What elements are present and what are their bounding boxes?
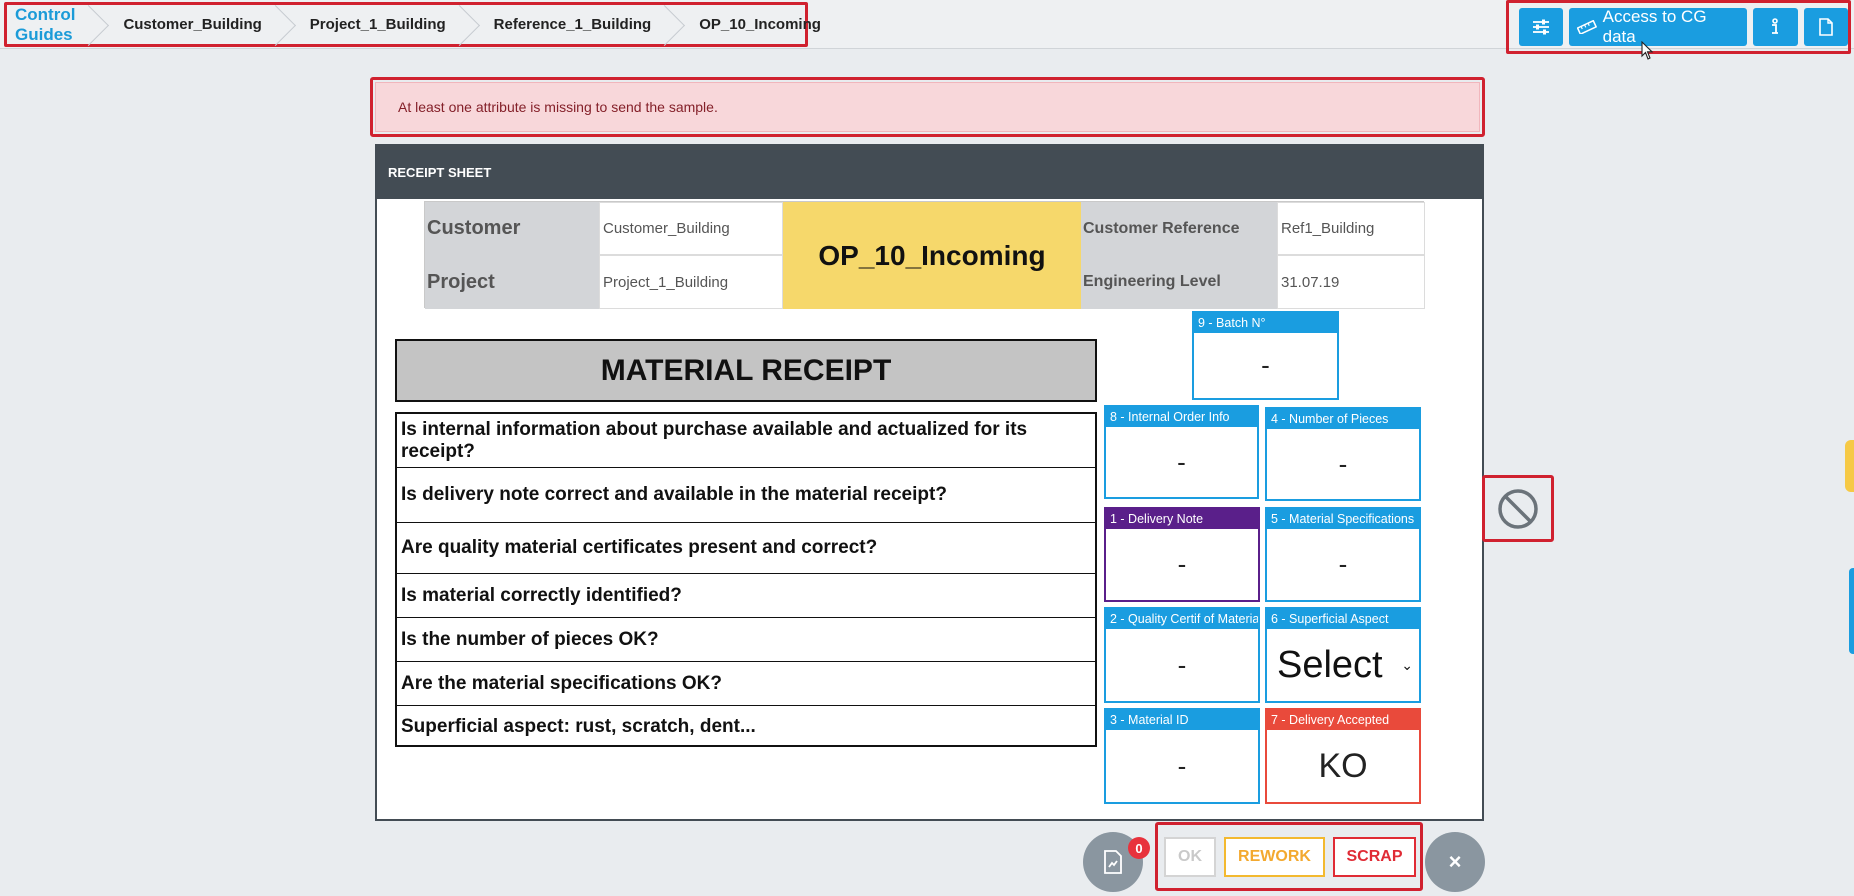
project-label: Project bbox=[425, 255, 599, 309]
sliders-icon bbox=[1533, 19, 1550, 35]
operation-name: OP_10_Incoming bbox=[783, 202, 1081, 309]
superficial-aspect-label: 6 - Superficial Aspect bbox=[1267, 609, 1419, 629]
material-specifications-field[interactable]: 5 - Material Specifications - bbox=[1265, 507, 1421, 602]
question-item: Is internal information about purchase a… bbox=[397, 414, 1095, 468]
number-of-pieces-label: 4 - Number of Pieces bbox=[1267, 409, 1419, 429]
batch-number-value: - bbox=[1261, 350, 1270, 380]
question-item: Are the material specifications OK? bbox=[397, 662, 1095, 706]
engineering-level-label: Engineering Level bbox=[1081, 255, 1277, 309]
material-id-field[interactable]: 3 - Material ID - bbox=[1104, 708, 1260, 804]
scrap-button[interactable]: SCRAP bbox=[1333, 836, 1416, 877]
material-id-label: 3 - Material ID bbox=[1106, 710, 1258, 730]
customer-reference-value: Ref1_Building bbox=[1277, 202, 1425, 255]
number-of-pieces-value: - bbox=[1338, 448, 1348, 479]
mouse-cursor-icon bbox=[1641, 41, 1654, 60]
breadcrumb-project[interactable]: Project_1_Building bbox=[284, 5, 468, 44]
breadcrumb-reference[interactable]: Reference_1_Building bbox=[468, 5, 674, 44]
delivery-accepted-label: 7 - Delivery Accepted bbox=[1267, 710, 1419, 730]
superficial-aspect-field: 6 - Superficial Aspect Select ⌄ bbox=[1265, 607, 1421, 703]
info-table: Customer Customer_Building Project Proje… bbox=[424, 201, 1425, 309]
customer-reference-label: Customer Reference bbox=[1081, 202, 1277, 255]
quality-certificate-value: - bbox=[1177, 649, 1187, 680]
report-document-icon bbox=[1104, 850, 1122, 874]
delivery-note-label: 1 - Delivery Note bbox=[1106, 509, 1258, 529]
quality-certificate-label: 2 - Quality Certif of Materia bbox=[1106, 609, 1258, 629]
report-count-badge: 0 bbox=[1128, 837, 1150, 859]
document-button[interactable] bbox=[1803, 8, 1848, 46]
breadcrumb-customer[interactable]: Customer_Building bbox=[97, 5, 283, 44]
settings-button[interactable] bbox=[1519, 8, 1564, 46]
batch-number-label: 9 - Batch N° bbox=[1194, 313, 1337, 333]
question-item: Superficial aspect: rust, scratch, dent.… bbox=[401, 715, 756, 737]
material-id-value: - bbox=[1177, 750, 1187, 781]
internal-order-info-label: 8 - Internal Order Info bbox=[1106, 407, 1257, 427]
delivery-accepted-field[interactable]: 7 - Delivery Accepted KO bbox=[1265, 708, 1421, 804]
prohibited-icon bbox=[1498, 488, 1538, 529]
info-button[interactable] bbox=[1753, 8, 1798, 46]
sheet-title: RECEIPT SHEET bbox=[377, 146, 1482, 199]
close-icon: × bbox=[1448, 849, 1462, 874]
internal-order-info-field[interactable]: 8 - Internal Order Info - bbox=[1104, 405, 1259, 499]
batch-number-field[interactable]: 9 - Batch N° - bbox=[1192, 311, 1339, 400]
ok-button[interactable]: OK bbox=[1164, 836, 1216, 877]
material-specifications-value: - bbox=[1338, 549, 1348, 579]
superficial-aspect-selected: Select bbox=[1277, 643, 1383, 686]
engineering-level-value: 31.07.19 bbox=[1277, 255, 1425, 309]
material-specifications-label: 5 - Material Specifications bbox=[1267, 509, 1419, 529]
ruler-icon bbox=[1577, 20, 1597, 34]
side-tab-blue[interactable] bbox=[1849, 568, 1854, 654]
customer-label: Customer bbox=[425, 202, 599, 255]
superficial-aspect-select[interactable]: Select ⌄ bbox=[1267, 644, 1419, 687]
receipt-sheet: RECEIPT SHEET Customer Customer_Building… bbox=[375, 144, 1484, 821]
rework-button[interactable]: REWORK bbox=[1224, 836, 1325, 877]
breadcrumb: Control Guides Customer_Building Project… bbox=[4, 2, 821, 47]
question-list: Is internal information about purchase a… bbox=[395, 412, 1097, 747]
info-icon bbox=[1772, 18, 1779, 34]
internal-order-info-value: - bbox=[1177, 446, 1186, 477]
access-cg-data-label: Access to CG data bbox=[1602, 7, 1707, 46]
delivery-note-field[interactable]: 1 - Delivery Note - bbox=[1104, 507, 1260, 602]
project-value: Project_1_Building bbox=[599, 255, 783, 309]
block-button[interactable] bbox=[1482, 475, 1554, 542]
customer-value: Customer_Building bbox=[599, 202, 783, 255]
chevron-down-icon: ⌄ bbox=[1401, 656, 1413, 673]
delivery-note-value: - bbox=[1177, 549, 1187, 579]
question-item: Is material correctly identified? bbox=[397, 574, 1095, 618]
question-item: Are quality material certificates presen… bbox=[397, 523, 1095, 574]
breadcrumb-operation[interactable]: OP_10_Incoming bbox=[673, 5, 843, 44]
access-cg-data-button[interactable]: Access to CG data bbox=[1569, 7, 1748, 46]
missing-attribute-alert: At least one attribute is missing to sen… bbox=[375, 82, 1480, 132]
side-tab-yellow[interactable] bbox=[1845, 440, 1854, 492]
number-of-pieces-field[interactable]: 4 - Number of Pieces - bbox=[1265, 407, 1421, 501]
section-title: MATERIAL RECEIPT bbox=[395, 339, 1097, 402]
question-item: Is delivery note correct and available i… bbox=[397, 468, 1095, 523]
toolbar: Access to CG data bbox=[1506, 0, 1851, 54]
quality-certificate-field[interactable]: 2 - Quality Certif of Materia - bbox=[1104, 607, 1260, 703]
question-item: Is the number of pieces OK? bbox=[397, 618, 1095, 662]
document-icon bbox=[1819, 18, 1833, 36]
close-button[interactable]: × bbox=[1425, 832, 1485, 892]
superficial-aspect-body: Select ⌄ bbox=[1267, 629, 1419, 701]
decision-actions: OK REWORK SCRAP bbox=[1155, 822, 1423, 891]
delivery-accepted-value: KO bbox=[1318, 746, 1368, 785]
alert-container: At least one attribute is missing to sen… bbox=[370, 77, 1485, 137]
breadcrumb-control-guides[interactable]: Control Guides bbox=[7, 5, 97, 44]
